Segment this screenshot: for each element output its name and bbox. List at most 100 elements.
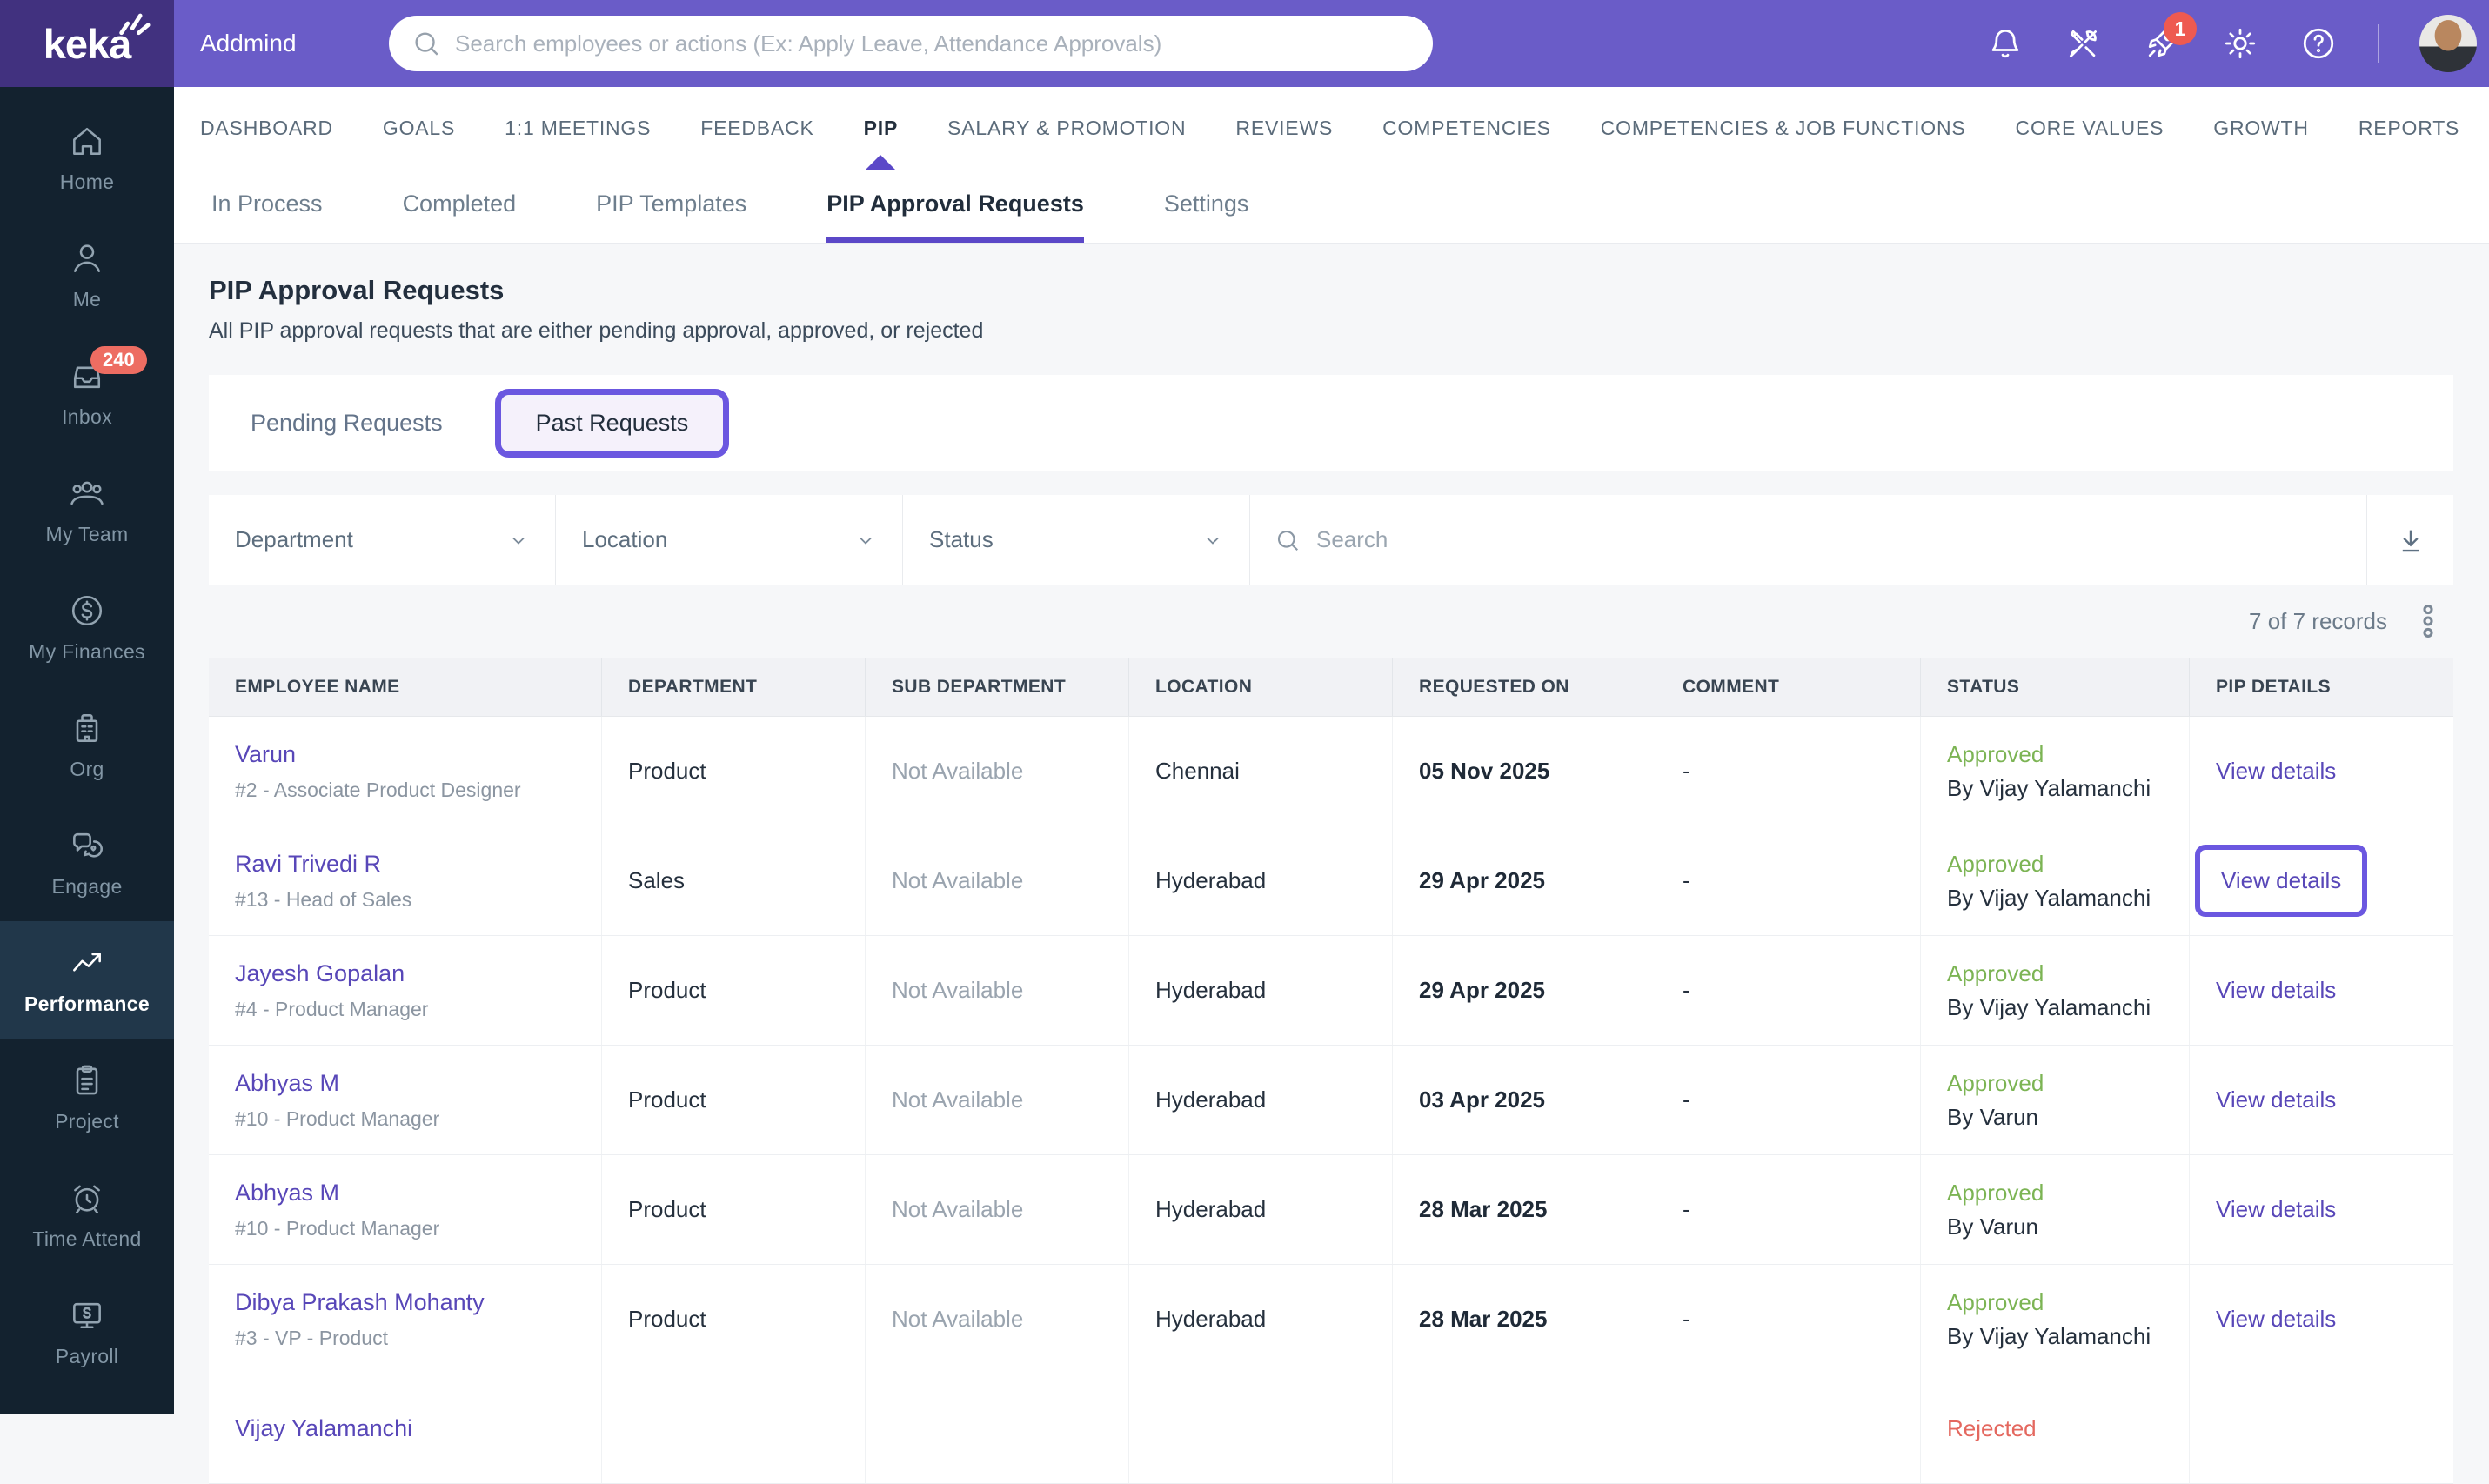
comment-value: -	[1683, 1196, 1690, 1222]
table-row: Jayesh Gopalan #4 - Product Manager Produ…	[209, 936, 2453, 1046]
tab-in-process[interactable]: In Process	[211, 170, 323, 243]
sidebar-item-org[interactable]: Org	[0, 686, 174, 804]
status-filter[interactable]: Status	[903, 495, 1250, 585]
location-value: Hyderabad	[1155, 977, 1267, 1003]
nav-reports[interactable]: REPORTS	[2359, 87, 2459, 170]
whats-new-rocket-icon[interactable]: 1	[2143, 12, 2197, 63]
global-search[interactable]	[389, 16, 1433, 71]
nav-reviews[interactable]: REVIEWS	[1235, 87, 1333, 170]
location-filter[interactable]: Location	[556, 495, 903, 585]
sidebar-item-payroll[interactable]: Payroll	[0, 1273, 174, 1391]
table-search[interactable]	[1250, 495, 2366, 585]
employee-name-link[interactable]: Ravi Trivedi R	[235, 851, 381, 878]
col-department: DEPARTMENT	[602, 658, 866, 716]
nav-salary-promotion[interactable]: SALARY & PROMOTION	[947, 87, 1186, 170]
user-avatar[interactable]	[2419, 15, 2477, 72]
nav-competencies-job-functions[interactable]: COMPETENCIES & JOB FUNCTIONS	[1601, 87, 1966, 170]
sidebar-item-label: Payroll	[55, 1345, 119, 1367]
chevron-down-icon	[512, 537, 525, 545]
tab-pip-templates[interactable]: PIP Templates	[596, 170, 746, 243]
sidebar-item-label: Engage	[51, 875, 123, 898]
nav-1-1-meetings[interactable]: 1:1 MEETINGS	[505, 87, 651, 170]
table-row: Abhyas M #10 - Product Manager Product No…	[209, 1155, 2453, 1265]
table-options-kebab-icon[interactable]	[2417, 601, 2439, 641]
sidebar-item-label: Time Attend	[32, 1227, 142, 1250]
engage-chat-icon	[73, 832, 103, 858]
status-by: By Vijay Yalamanchi	[1947, 1322, 2151, 1349]
view-details-link[interactable]: View details	[2216, 1086, 2336, 1113]
status-by: By Vijay Yalamanchi	[1947, 993, 2151, 1020]
status-badge: Approved	[1947, 850, 2044, 877]
pending-requests-tab[interactable]: Pending Requests	[209, 410, 485, 437]
department-value: Sales	[628, 867, 686, 893]
chevron-down-icon	[860, 537, 872, 545]
nav-feedback[interactable]: FEEDBACK	[700, 87, 813, 170]
nav-goals[interactable]: GOALS	[383, 87, 455, 170]
employee-name-link[interactable]: Varun	[235, 741, 296, 768]
sidebar-item-label: Home	[59, 170, 115, 193]
comment-value: -	[1683, 758, 1690, 784]
employee-name-link[interactable]: Abhyas M	[235, 1180, 339, 1207]
employee-name-link[interactable]: Dibya Prakash Mohanty	[235, 1289, 485, 1316]
sidebar-item-label: Project	[55, 1110, 119, 1133]
nav-core-values[interactable]: CORE VALUES	[2016, 87, 2164, 170]
module-nav: DASHBOARD GOALS 1:1 MEETINGS FEEDBACK PI…	[174, 87, 2489, 170]
department-value: Product	[628, 1306, 706, 1332]
notifications-bell-icon[interactable]	[1986, 24, 2024, 63]
sidebar-item-my-finances[interactable]: My Finances	[0, 569, 174, 686]
status-badge: Rejected	[1947, 1415, 2037, 1441]
keka-logo-block[interactable]: keka	[0, 0, 174, 87]
sidebar-item-engage[interactable]: Engage	[0, 804, 174, 921]
view-details-link[interactable]: View details	[2216, 1196, 2336, 1223]
admin-tools-icon[interactable]	[2064, 24, 2103, 63]
page-title: PIP Approval Requests	[209, 275, 505, 305]
status-by: By Vijay Yalamanchi	[1947, 884, 2151, 911]
topbar-divider	[2378, 24, 2379, 63]
view-details-link[interactable]: View details	[2221, 867, 2341, 893]
sidebar-item-project[interactable]: Project	[0, 1039, 174, 1156]
download-button[interactable]	[2366, 495, 2453, 585]
sidebar-item-inbox[interactable]: Inbox 240	[0, 334, 174, 451]
tab-settings[interactable]: Settings	[1164, 170, 1249, 243]
nav-pip[interactable]: PIP	[864, 87, 898, 170]
col-employee-name: EMPLOYEE NAME	[209, 658, 602, 716]
sub-department-value: Not Available	[892, 867, 1024, 893]
filter-bar: Department Location Status	[209, 495, 2453, 585]
view-details-link[interactable]: View details	[2216, 758, 2336, 785]
pip-subnav: In Process Completed PIP Templates PIP A…	[174, 170, 2489, 244]
location-value: Hyderabad	[1155, 1196, 1267, 1222]
nav-growth[interactable]: GROWTH	[2213, 87, 2309, 170]
comment-value: -	[1683, 867, 1690, 893]
tab-pip-approval-requests[interactable]: PIP Approval Requests	[826, 170, 1084, 243]
view-details-link[interactable]: View details	[2216, 1306, 2336, 1333]
employee-name-link[interactable]: Abhyas M	[235, 1070, 339, 1097]
employee-name-link[interactable]: Jayesh Gopalan	[235, 960, 405, 987]
table-search-input[interactable]	[1316, 526, 2342, 553]
sidebar-item-time-attend[interactable]: Time Attend	[0, 1156, 174, 1273]
settings-gear-icon[interactable]	[2221, 24, 2259, 63]
view-details-link[interactable]: View details	[2216, 977, 2336, 1004]
dollar-circle-icon	[71, 595, 103, 626]
employee-name-link[interactable]: Vijay Yalamanchi	[235, 1415, 412, 1442]
keka-logo: keka	[43, 13, 151, 68]
global-search-input[interactable]	[455, 30, 1410, 57]
comment-value: -	[1683, 1306, 1690, 1332]
sidebar-item-my-team[interactable]: My Team	[0, 451, 174, 569]
top-bar-main: Addmind 1	[174, 0, 2489, 87]
table-row: Ravi Trivedi R #13 - Head of Sales Sales …	[209, 826, 2453, 936]
nav-competencies[interactable]: COMPETENCIES	[1382, 87, 1551, 170]
department-value: Product	[628, 1086, 706, 1113]
status-badge: Approved	[1947, 1288, 2044, 1315]
past-requests-tab[interactable]: Past Requests	[494, 388, 730, 458]
top-bar: keka Addmind 1	[0, 0, 2489, 87]
sidebar-item-home[interactable]: Home	[0, 99, 174, 217]
department-filter[interactable]: Department	[209, 495, 556, 585]
records-count: 7 of 7 records	[2249, 607, 2387, 634]
sidebar-item-me[interactable]: Me	[0, 217, 174, 334]
sub-department-value: Not Available	[892, 1196, 1024, 1222]
help-icon[interactable]	[2299, 24, 2338, 63]
sidebar-item-performance[interactable]: Performance	[0, 921, 174, 1039]
tab-completed[interactable]: Completed	[403, 170, 517, 243]
requested-on-value: 03 Apr 2025	[1419, 1086, 1546, 1113]
nav-dashboard[interactable]: DASHBOARD	[200, 87, 333, 170]
